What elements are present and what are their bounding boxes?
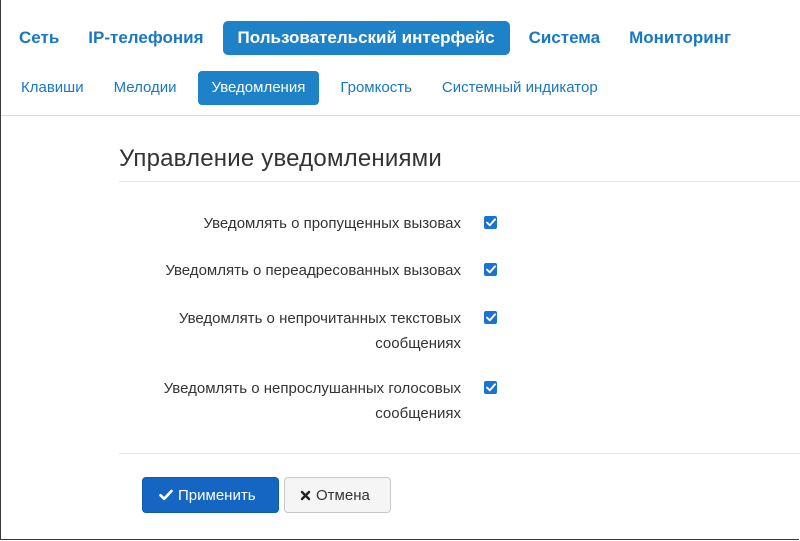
check-icon xyxy=(159,489,173,501)
setting-unread-messages: Уведомлять о непрочитанных текстовых соо… xyxy=(119,306,499,356)
nav-divider xyxy=(1,115,800,116)
setting-label: Уведомлять о переадресованных вызовах xyxy=(165,262,461,279)
forwarded-calls-checkbox[interactable] xyxy=(484,263,497,276)
tab-notifications[interactable]: Уведомления xyxy=(197,71,320,105)
top-nav: Сеть IP-телефония Пользовательский интер… xyxy=(9,20,750,56)
close-icon xyxy=(300,490,311,501)
title-divider xyxy=(119,181,800,182)
apply-label: Применить xyxy=(178,486,256,504)
tab-melodies[interactable]: Мелодии xyxy=(105,71,186,105)
apply-button[interactable]: Применить xyxy=(142,477,279,513)
setting-unheard-voicemail: Уведомлять о непрослушанных голосовых со… xyxy=(119,376,499,426)
setting-label: Уведомлять о непрослушанных голосовых со… xyxy=(163,380,461,422)
setting-label: Уведомлять о непрочитанных текстовых соо… xyxy=(178,310,461,352)
tab-keys[interactable]: Клавиши xyxy=(12,71,93,105)
top-nav-ip-telephony[interactable]: IP-телефония xyxy=(78,21,213,55)
check-icon xyxy=(485,313,496,322)
check-icon xyxy=(485,218,496,227)
tab-volume[interactable]: Громкость xyxy=(331,71,421,105)
top-nav-network[interactable]: Сеть xyxy=(9,21,69,55)
check-icon xyxy=(485,265,496,274)
section-title: Управление уведомлениями xyxy=(119,145,442,172)
unread-messages-checkbox[interactable] xyxy=(484,311,497,324)
tab-system-indicator[interactable]: Системный индикатор xyxy=(433,71,607,105)
unheard-voicemail-checkbox[interactable] xyxy=(484,381,497,394)
top-nav-user-interface[interactable]: Пользовательский интерфейс xyxy=(222,21,510,55)
top-nav-monitoring[interactable]: Мониторинг xyxy=(619,21,741,55)
setting-forwarded-calls: Уведомлять о переадресованных вызовах xyxy=(119,258,499,283)
top-nav-system[interactable]: Система xyxy=(519,21,611,55)
cancel-label: Отмена xyxy=(316,486,370,504)
missed-calls-checkbox[interactable] xyxy=(484,216,497,229)
sub-nav: Клавиши Мелодии Уведомления Громкость Си… xyxy=(12,71,619,105)
cancel-button[interactable]: Отмена xyxy=(284,477,391,513)
setting-missed-calls: Уведомлять о пропущенных вызовах xyxy=(119,211,499,236)
form-divider xyxy=(119,453,800,454)
setting-label: Уведомлять о пропущенных вызовах xyxy=(203,215,461,232)
check-icon xyxy=(485,383,496,392)
